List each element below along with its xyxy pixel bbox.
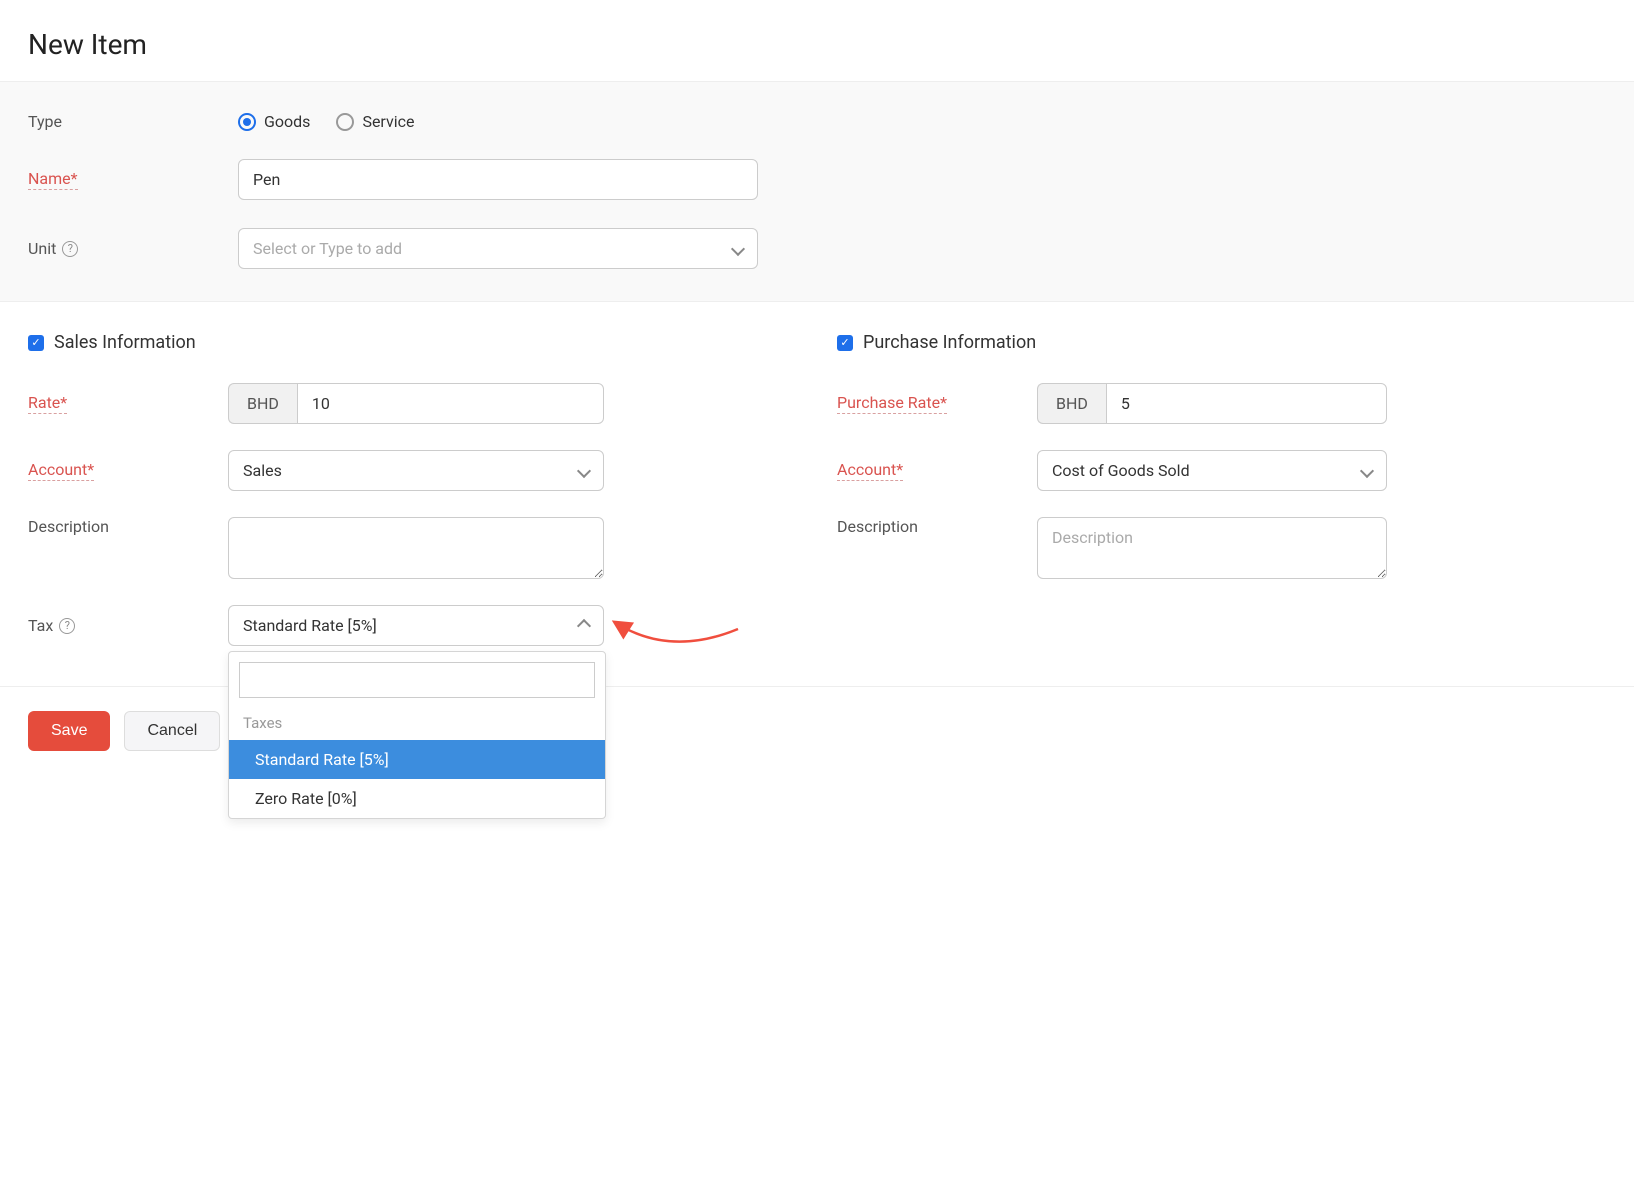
type-radio-goods[interactable]: Goods [238, 112, 310, 131]
radio-checked-icon [238, 113, 256, 131]
help-icon[interactable]: ? [59, 618, 75, 634]
purchase-rate-group: BHD [1037, 383, 1387, 424]
purchase-column: ✓ Purchase Information Purchase Rate* BH… [837, 332, 1606, 646]
chevron-down-icon [579, 461, 589, 480]
tax-option-standard[interactable]: Standard Rate [5%] [229, 740, 605, 779]
name-input[interactable] [238, 159, 758, 200]
purchase-account-select[interactable]: Cost of Goods Sold [1037, 450, 1387, 491]
page-title: New Item [28, 28, 1606, 61]
sales-checkbox[interactable]: ✓ [28, 335, 44, 351]
tax-option-zero[interactable]: Zero Rate [0%] [229, 779, 605, 818]
purchase-section-title: Purchase Information [863, 332, 1036, 353]
type-service-label: Service [362, 112, 414, 131]
sales-column: ✓ Sales Information Rate* BHD Account* S… [28, 332, 797, 646]
radio-unchecked-icon [336, 113, 354, 131]
sales-rate-input[interactable] [297, 383, 604, 424]
purchase-rate-input[interactable] [1106, 383, 1387, 424]
chevron-up-icon [579, 616, 589, 635]
sales-section-title: Sales Information [54, 332, 196, 353]
sales-tax-value: Standard Rate [5%] [243, 616, 377, 635]
type-radio-service[interactable]: Service [336, 112, 414, 131]
name-label: Name* [28, 169, 78, 190]
type-goods-label: Goods [264, 112, 310, 131]
unit-select[interactable]: Select or Type to add [238, 228, 758, 269]
sales-description-label: Description [28, 517, 228, 536]
unit-label: Unit ? [28, 239, 238, 258]
type-label: Type [28, 112, 238, 131]
tax-dropdown-group-label: Taxes [229, 704, 605, 740]
purchase-rate-currency: BHD [1037, 383, 1106, 424]
purchase-rate-label: Purchase Rate* [837, 393, 947, 414]
sales-account-label: Account* [28, 460, 94, 481]
chevron-down-icon [733, 239, 743, 258]
tax-dropdown-search[interactable] [239, 662, 595, 698]
purchase-account-value: Cost of Goods Sold [1052, 461, 1190, 480]
sales-tax-select[interactable]: Standard Rate [5%] [228, 605, 604, 646]
annotation-arrow-icon [610, 609, 770, 669]
sales-account-value: Sales [243, 461, 282, 480]
purchase-description-label: Description [837, 517, 1037, 536]
purchase-account-label: Account* [837, 460, 903, 481]
chevron-down-icon [1362, 461, 1372, 480]
sales-tax-label: Tax ? [28, 616, 228, 635]
purchase-description-input[interactable] [1037, 517, 1387, 579]
sales-account-select[interactable]: Sales [228, 450, 604, 491]
tax-dropdown: Taxes Standard Rate [5%] Zero Rate [0%] [228, 651, 606, 819]
sales-rate-label: Rate* [28, 393, 67, 414]
purchase-checkbox[interactable]: ✓ [837, 335, 853, 351]
unit-label-text: Unit [28, 239, 56, 258]
sales-rate-currency: BHD [228, 383, 297, 424]
sales-tax-label-text: Tax [28, 616, 53, 635]
help-icon[interactable]: ? [62, 241, 78, 257]
unit-placeholder: Select or Type to add [253, 239, 402, 258]
cancel-button[interactable]: Cancel [124, 711, 220, 751]
save-button[interactable]: Save [28, 711, 110, 751]
sales-rate-group: BHD [228, 383, 604, 424]
sales-description-input[interactable] [228, 517, 604, 579]
